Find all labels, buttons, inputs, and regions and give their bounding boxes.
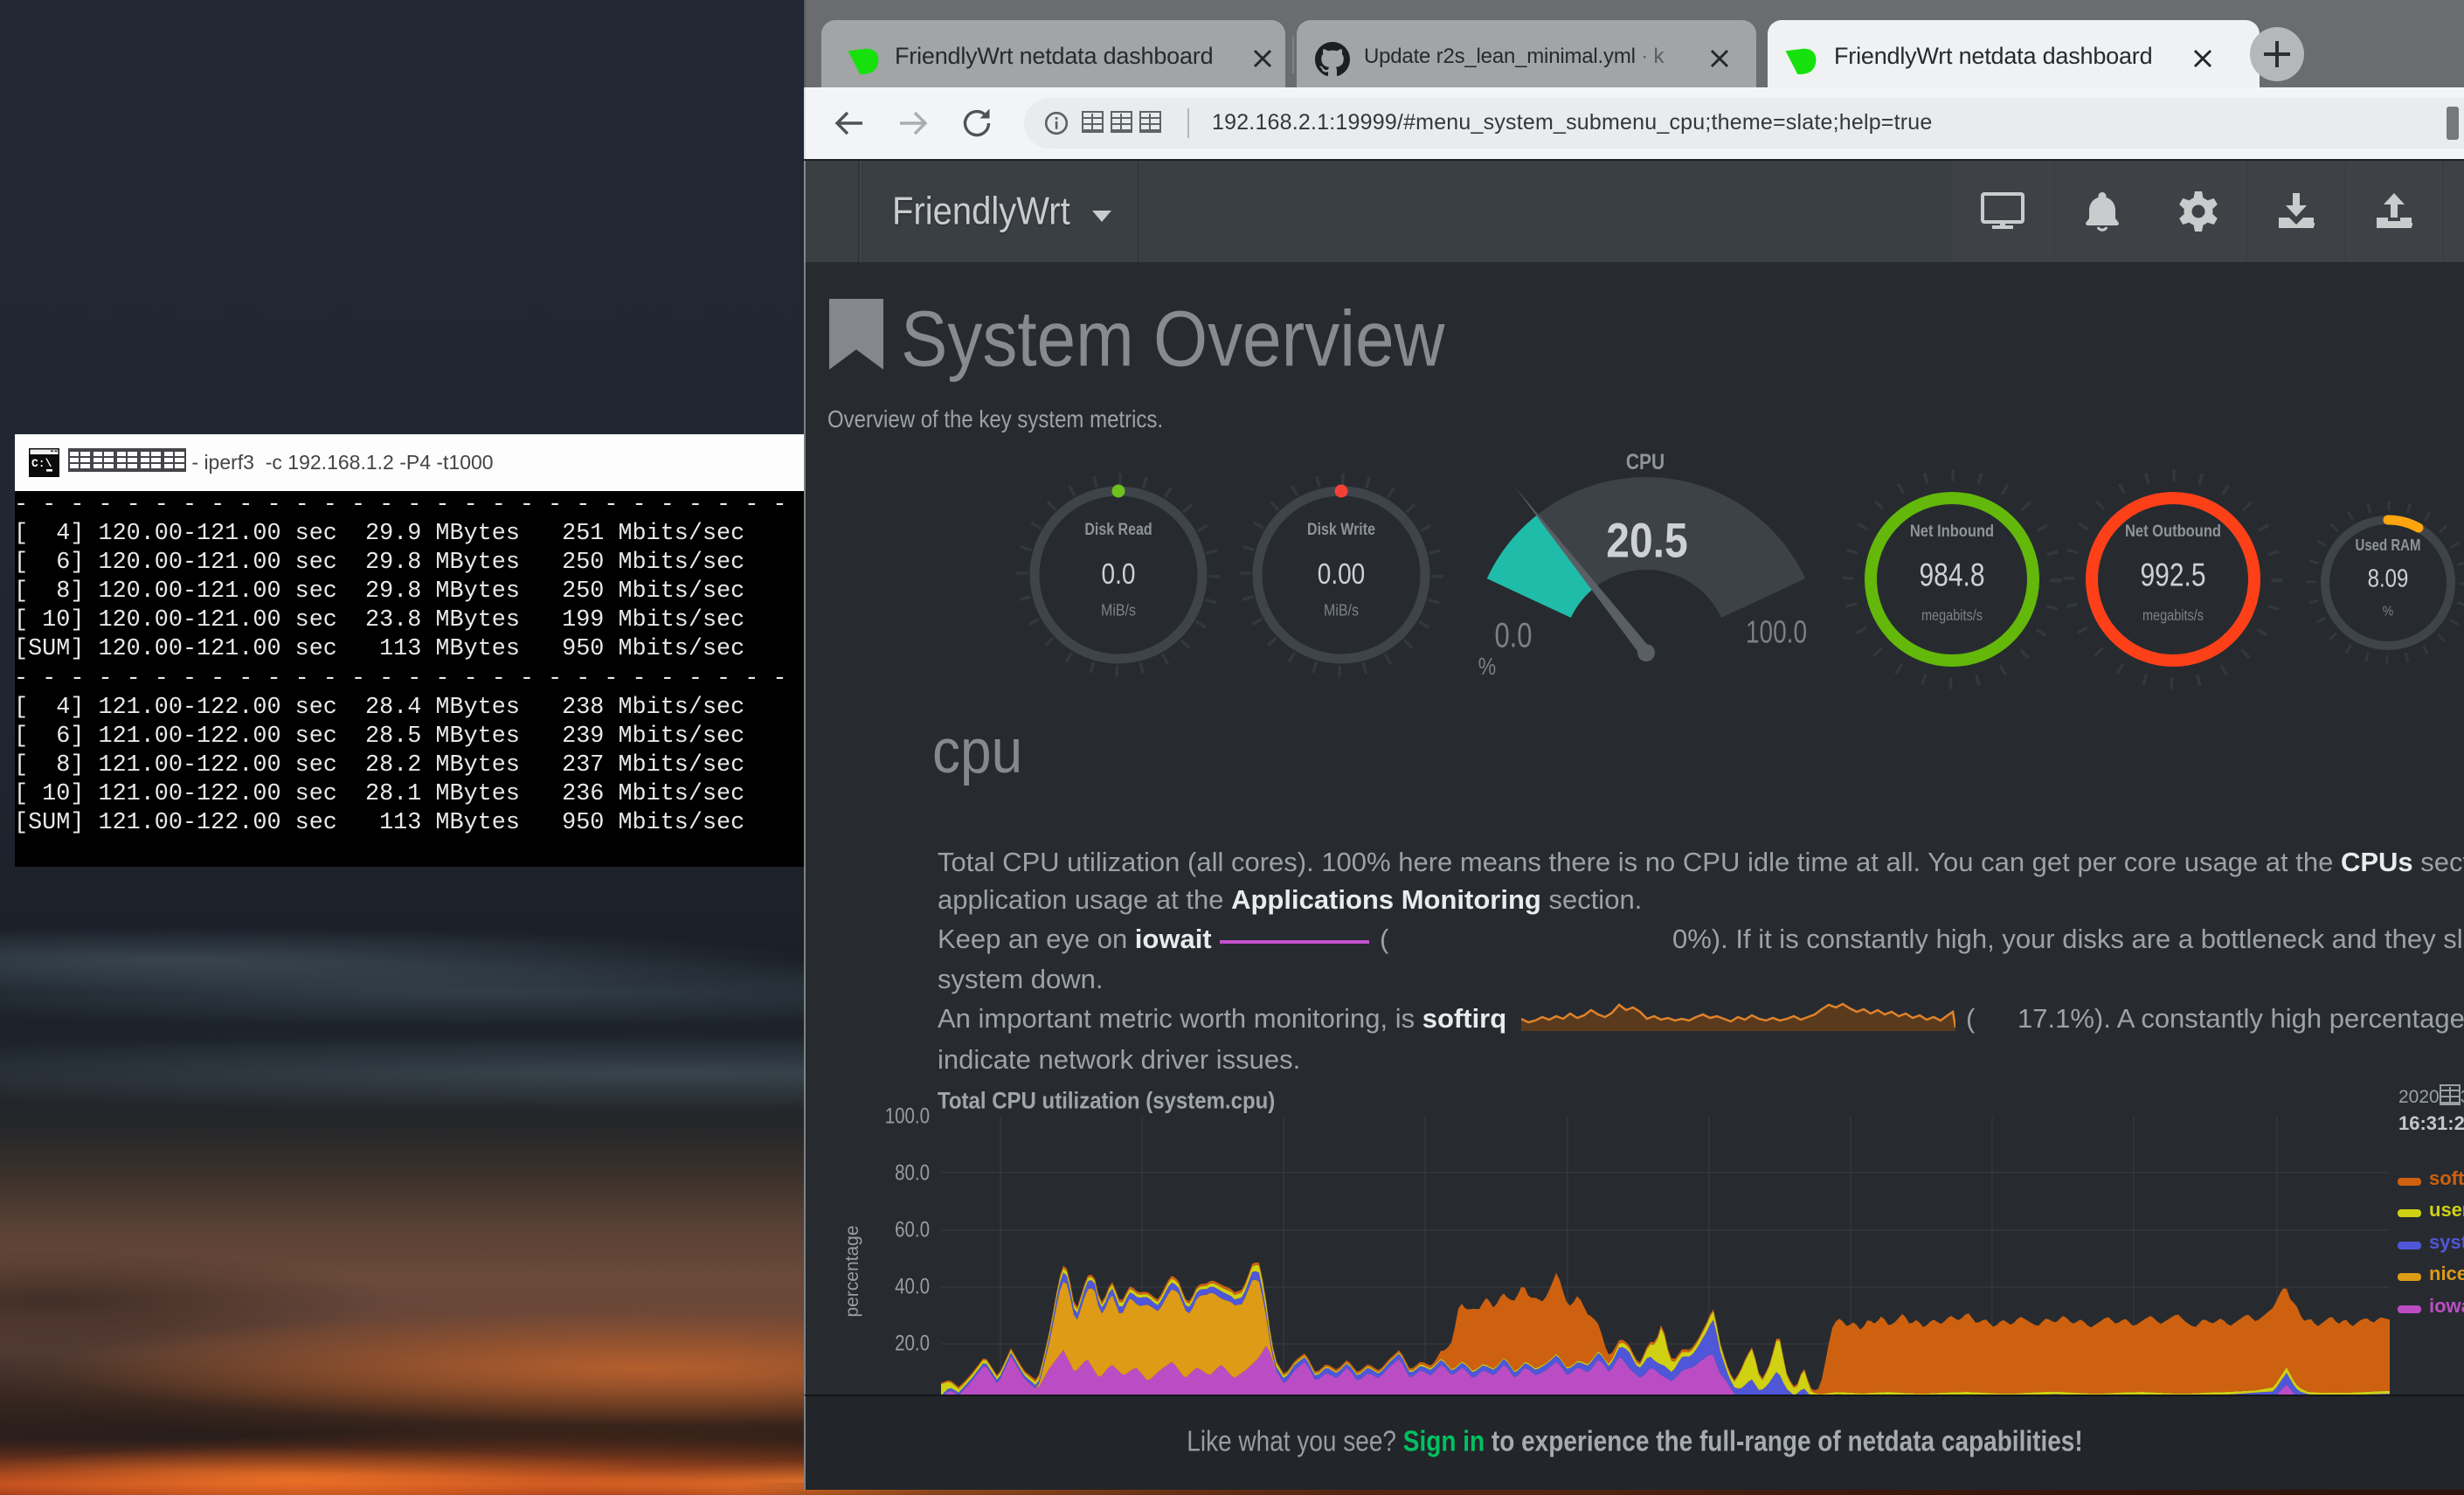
svg-text:C:\: C:\ (31, 457, 52, 470)
